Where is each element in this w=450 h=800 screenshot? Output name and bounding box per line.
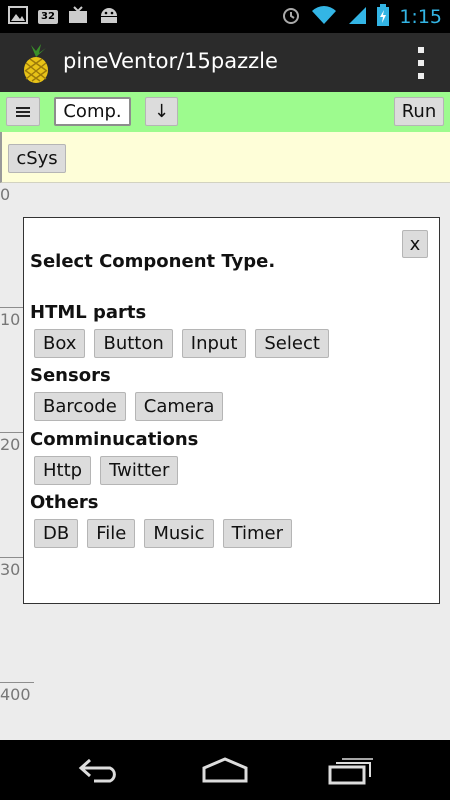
- ruler-label: 400: [0, 685, 31, 704]
- navigation-bar: [0, 740, 450, 800]
- file-button[interactable]: File: [87, 519, 136, 548]
- camera-button[interactable]: Camera: [134, 392, 224, 421]
- system-panel: cSys: [0, 132, 450, 183]
- overflow-dot: [418, 60, 424, 66]
- down-arrow-button[interactable]: ↓: [145, 97, 178, 126]
- notification-badge: 32: [38, 10, 58, 24]
- ruler-tick: [0, 682, 34, 683]
- ruler-label: 0: [0, 185, 11, 204]
- toolbar: Comp. ↓ Run: [0, 92, 450, 132]
- menu-button[interactable]: [6, 97, 40, 126]
- ruler-label: 20: [0, 435, 21, 454]
- csys-button[interactable]: cSys: [8, 144, 66, 173]
- ruler-tick: [0, 307, 24, 308]
- tv-icon: [68, 6, 88, 28]
- action-bar: pineVentor/15pazzle: [0, 33, 450, 92]
- home-icon[interactable]: [201, 757, 249, 787]
- signal-icon: [347, 5, 367, 29]
- db-button[interactable]: DB: [34, 519, 79, 548]
- component-type-dialog: x Select Component Type. HTML parts Box …: [23, 217, 440, 604]
- overflow-menu-button[interactable]: [416, 47, 426, 79]
- back-icon[interactable]: [78, 757, 124, 787]
- barcode-button[interactable]: Barcode: [34, 392, 126, 421]
- dialog-title: Select Component Type.: [30, 251, 276, 272]
- alarm-icon: [281, 5, 301, 29]
- button-button[interactable]: Button: [94, 329, 173, 358]
- ruler-tick: [0, 557, 24, 558]
- others-row: DB File Music Timer: [34, 519, 293, 548]
- battery-icon: [377, 4, 390, 30]
- comp-button[interactable]: Comp.: [54, 97, 131, 126]
- gallery-icon: [8, 6, 28, 28]
- input-button[interactable]: Input: [181, 329, 247, 358]
- section-title-html-parts: HTML parts: [30, 302, 147, 323]
- select-button[interactable]: Select: [255, 329, 329, 358]
- section-title-sensors: Sensors: [30, 365, 111, 386]
- close-button[interactable]: x: [402, 230, 428, 258]
- http-button[interactable]: Http: [34, 456, 92, 485]
- box-button[interactable]: Box: [34, 329, 86, 358]
- html-parts-row: Box Button Input Select: [34, 329, 329, 358]
- sensors-row: Barcode Camera: [34, 392, 224, 421]
- android-icon: [98, 6, 120, 28]
- recent-apps-icon[interactable]: [328, 757, 374, 789]
- pineapple-logo-icon: [18, 43, 54, 83]
- overflow-dot: [418, 47, 424, 53]
- music-button[interactable]: Music: [144, 519, 214, 548]
- section-title-others: Others: [30, 492, 99, 513]
- twitter-button[interactable]: Twitter: [100, 456, 179, 485]
- clock-time: 1:15: [399, 6, 442, 28]
- app-title: pineVentor/15pazzle: [63, 49, 278, 73]
- overflow-dot: [418, 73, 424, 79]
- wifi-icon: [311, 5, 337, 29]
- ruler-tick: [0, 432, 24, 433]
- timer-button[interactable]: Timer: [222, 519, 293, 548]
- ruler-label: 30: [0, 560, 21, 579]
- ruler-label: 10: [0, 310, 21, 329]
- run-button[interactable]: Run: [394, 97, 444, 126]
- status-bar: 32 1:15: [0, 0, 450, 33]
- hamburger-icon: [16, 106, 30, 117]
- section-title-communications: Comminucations: [30, 429, 199, 450]
- communications-row: Http Twitter: [34, 456, 179, 485]
